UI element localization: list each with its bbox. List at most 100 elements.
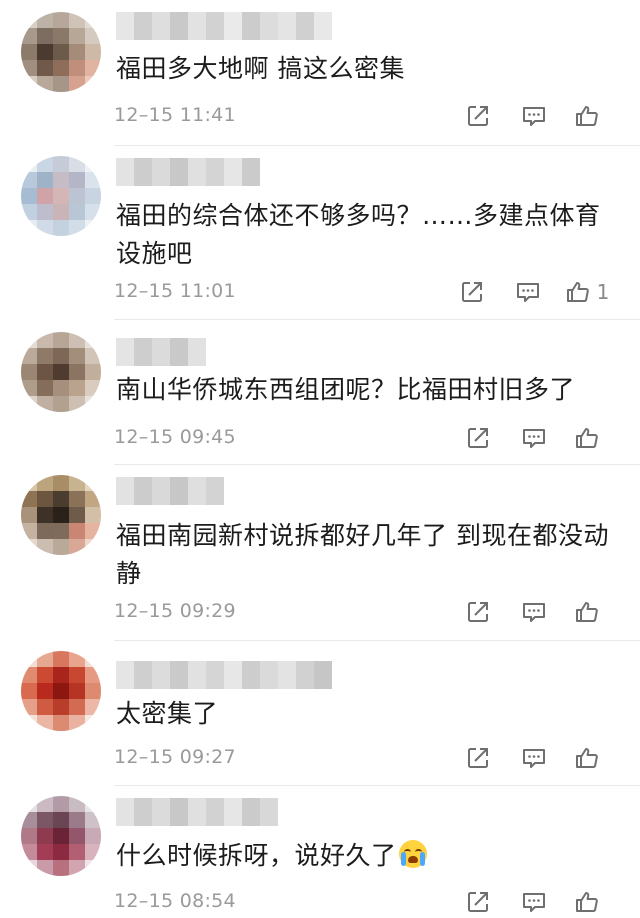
share-button[interactable] xyxy=(450,886,506,918)
mosaic-pixel xyxy=(134,477,152,505)
like-button[interactable]: 1 xyxy=(556,276,618,308)
comment-actions xyxy=(450,422,618,454)
mosaic-pixel xyxy=(260,12,278,40)
mosaic-pixel xyxy=(37,860,53,876)
mosaic-pixel xyxy=(116,661,134,689)
mosaic-pixel xyxy=(21,507,37,523)
share-button[interactable] xyxy=(450,100,506,132)
mosaic-pixel xyxy=(188,338,206,366)
mosaic-pixel xyxy=(69,364,85,380)
mosaic-pixel xyxy=(21,156,37,172)
mosaic-pixel xyxy=(69,380,85,396)
mosaic-pixel xyxy=(85,860,101,876)
mosaic-pixel xyxy=(53,364,69,380)
mosaic-pixel xyxy=(85,332,101,348)
comment-icon xyxy=(523,893,545,912)
avatar[interactable] xyxy=(21,156,101,236)
username[interactable] xyxy=(116,338,206,366)
mosaic-pixel xyxy=(85,683,101,699)
mosaic-pixel xyxy=(206,477,224,505)
mosaic-pixel xyxy=(53,523,69,539)
mosaic-pixel xyxy=(37,188,53,204)
mosaic-pixel xyxy=(53,188,69,204)
mosaic-pixel xyxy=(53,507,69,523)
mosaic-pixel xyxy=(69,475,85,491)
mosaic-pixel xyxy=(53,539,69,555)
like-button[interactable] xyxy=(562,100,618,132)
like-button[interactable] xyxy=(562,596,618,628)
reply-button[interactable] xyxy=(506,596,562,628)
mosaic-pixel xyxy=(37,220,53,236)
username[interactable] xyxy=(116,477,224,505)
mosaic-pixel xyxy=(21,44,37,60)
reply-button[interactable] xyxy=(500,276,556,308)
mosaic-pixel xyxy=(85,348,101,364)
comment-text: 南山华侨城东西组团呢？比福田村旧多了 xyxy=(116,375,576,404)
avatar[interactable] xyxy=(21,332,101,412)
share-icon xyxy=(468,428,488,448)
like-button[interactable] xyxy=(562,742,618,774)
avatar[interactable] xyxy=(21,651,101,731)
share-button[interactable] xyxy=(450,422,506,454)
reply-button[interactable] xyxy=(506,422,562,454)
mosaic-pixel xyxy=(37,667,53,683)
mosaic-pixel xyxy=(37,172,53,188)
mosaic-pixel xyxy=(69,828,85,844)
mosaic-pixel xyxy=(53,76,69,92)
mosaic-pixel xyxy=(69,220,85,236)
mosaic-pixel xyxy=(134,158,152,186)
avatar[interactable] xyxy=(21,12,101,92)
share-button[interactable] xyxy=(450,742,506,774)
username[interactable] xyxy=(116,798,278,826)
mosaic-pixel xyxy=(69,667,85,683)
mosaic-pixel xyxy=(21,667,37,683)
mosaic-pixel xyxy=(53,332,69,348)
mosaic-pixel xyxy=(69,812,85,828)
mosaic-pixel xyxy=(53,396,69,412)
username[interactable] xyxy=(116,12,332,40)
mosaic-pixel xyxy=(37,396,53,412)
mosaic-pixel xyxy=(69,60,85,76)
mosaic-pixel xyxy=(21,332,37,348)
mosaic-pixel xyxy=(21,364,37,380)
mosaic-pixel xyxy=(37,348,53,364)
avatar[interactable] xyxy=(21,475,101,555)
mosaic-pixel xyxy=(116,798,134,826)
mosaic-pixel xyxy=(69,844,85,860)
mosaic-pixel xyxy=(69,396,85,412)
mosaic-pixel xyxy=(21,699,37,715)
mosaic-pixel xyxy=(53,380,69,396)
mosaic-pixel xyxy=(21,683,37,699)
mosaic-pixel xyxy=(85,12,101,28)
share-icon xyxy=(468,602,488,622)
mosaic-pixel xyxy=(53,12,69,28)
mosaic-pixel xyxy=(278,661,296,689)
username[interactable] xyxy=(116,661,332,689)
mosaic-pixel xyxy=(69,332,85,348)
crying-emoji-icon xyxy=(398,840,427,868)
mosaic-pixel xyxy=(85,44,101,60)
like-button[interactable] xyxy=(562,886,618,918)
thumbs-up-icon xyxy=(576,602,598,622)
share-button[interactable] xyxy=(444,276,500,308)
mosaic-pixel xyxy=(53,491,69,507)
mosaic-pixel xyxy=(69,683,85,699)
share-button[interactable] xyxy=(450,596,506,628)
thumbs-up-icon xyxy=(576,428,598,448)
mosaic-pixel xyxy=(85,188,101,204)
mosaic-pixel xyxy=(21,396,37,412)
mosaic-pixel xyxy=(53,348,69,364)
mosaic-pixel xyxy=(21,172,37,188)
reply-button[interactable] xyxy=(506,886,562,918)
thumbs-up-icon xyxy=(576,892,598,912)
reply-button[interactable] xyxy=(506,742,562,774)
mosaic-pixel xyxy=(170,12,188,40)
username[interactable] xyxy=(116,158,260,186)
like-button[interactable] xyxy=(562,422,618,454)
avatar[interactable] xyxy=(21,796,101,876)
mosaic-pixel xyxy=(242,12,260,40)
reply-button[interactable] xyxy=(506,100,562,132)
comment-time: 12–15 11:41 xyxy=(114,104,236,126)
mosaic-pixel xyxy=(21,28,37,44)
mosaic-pixel xyxy=(21,860,37,876)
